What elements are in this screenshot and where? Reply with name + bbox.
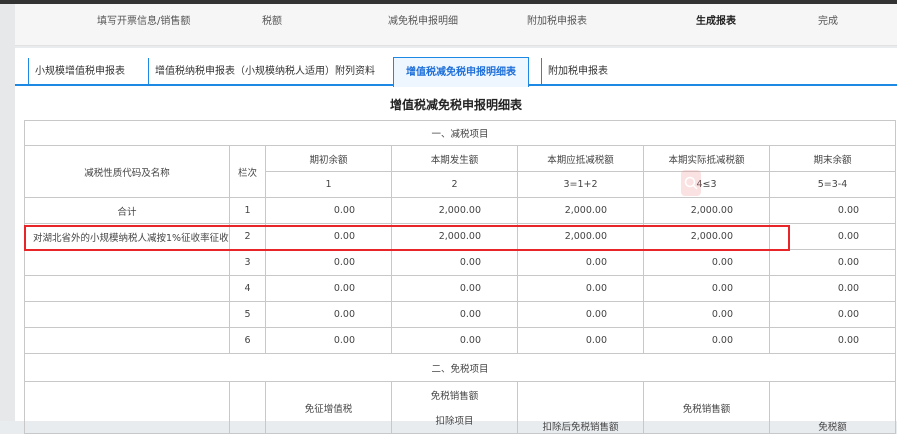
tab-small-scale-vat-return[interactable]: 小规模增值税申报表 <box>28 58 125 86</box>
left-sidebar-strip <box>0 4 15 421</box>
header-exempt-vat: 免征增值税 <box>265 381 392 434</box>
row-value[interactable]: 0.00 <box>768 249 897 276</box>
row-line: 2 <box>229 223 266 250</box>
row-value[interactable]: 2,000.00 <box>517 197 644 224</box>
row-line: 6 <box>229 327 266 354</box>
section-title: 二、免税项目 <box>23 353 897 382</box>
row-value[interactable]: 0.00 <box>265 327 392 354</box>
header-name: 减税性质代码及名称 <box>24 145 230 198</box>
row-value[interactable]: 0.00 <box>265 223 392 250</box>
header-formula: 4≤3 <box>643 171 770 198</box>
row-value[interactable]: 0.00 <box>517 301 644 328</box>
step-surtax[interactable]: 附加税申报表 <box>527 12 587 27</box>
table-row: 6 0.00 0.00 0.00 0.00 0.00 <box>24 327 897 354</box>
header-exempt-amount: 免税额 <box>768 381 897 434</box>
row-value[interactable]: 2,000.00 <box>643 223 770 250</box>
form-title: 增值税减免税申报明细表 <box>389 98 522 112</box>
row-value[interactable]: 2,000.00 <box>643 197 770 224</box>
header-col: 期初余额 <box>265 145 392 172</box>
row-line: 1 <box>229 197 266 224</box>
row-value[interactable]: 0.00 <box>643 327 770 354</box>
table-row: 对湖北省外的小规模纳税人减按1%征收率征收增 2 0.00 2,000.00 2,000… <box>24 223 897 250</box>
step-invoice-info[interactable]: 填写开票信息/销售额 <box>97 12 190 27</box>
row-value[interactable]: 0.00 <box>768 301 897 328</box>
header-exempt-sales-top: 免税销售额 <box>391 381 518 408</box>
row-name: 合计 <box>24 197 230 224</box>
header-line: 栏次 <box>229 145 266 198</box>
tab-label: 增值税纳税申报表（小规模纳税人适用）附列资料 <box>155 66 375 77</box>
tab-label: 附加税申报表 <box>548 66 608 77</box>
row-name[interactable]: 对湖北省外的小规模纳税人减按1%征收率征收增 <box>24 223 230 250</box>
step-reduction-details[interactable]: 减免税申报明细 <box>388 12 458 27</box>
row-value[interactable]: 0.00 <box>265 249 392 276</box>
row-value[interactable]: 2,000.00 <box>517 223 644 250</box>
row-value[interactable]: 0.00 <box>517 249 644 276</box>
header-exempt-sales: 免税销售额 <box>643 381 770 434</box>
header-formula: 3=1+2 <box>517 171 644 198</box>
main-panel: 小规模增值税申报表 增值税纳税申报表（小规模纳税人适用）附列资料 增值税减免税申… <box>15 48 897 434</box>
tab-vat-reduction-details[interactable]: 增值税减免税申报明细表 <box>393 57 529 87</box>
row-value[interactable]: 0.00 <box>643 275 770 302</box>
step-generate-report[interactable]: 生成报表 <box>696 12 736 27</box>
row-name[interactable] <box>24 301 230 328</box>
header-col: 期末余额 <box>768 145 897 172</box>
step-tax-amount[interactable]: 税额 <box>262 12 282 27</box>
row-value[interactable]: 0.00 <box>265 275 392 302</box>
row-value[interactable]: 0.00 <box>768 327 897 354</box>
header-line-2 <box>229 381 266 434</box>
row-name[interactable] <box>24 275 230 302</box>
row-line: 4 <box>229 275 266 302</box>
row-value[interactable]: 0.00 <box>768 197 897 224</box>
tab-label: 增值税减免税申报明细表 <box>406 67 516 78</box>
table-row: 5 0.00 0.00 0.00 0.00 0.00 <box>24 301 897 328</box>
table-row: 合计 1 0.00 2,000.00 2,000.00 2,000.00 0.00 <box>24 197 897 224</box>
row-value[interactable]: 0.00 <box>643 249 770 276</box>
row-value[interactable]: 2,000.00 <box>391 223 518 250</box>
table-row: 4 0.00 0.00 0.00 0.00 0.00 <box>24 275 897 302</box>
reduction-details-table: 一、减税项目 减税性质代码及名称 栏次 期初余额 本期发生额 本期应抵减税额 本… <box>23 120 897 434</box>
header-formula: 5=3-4 <box>768 171 897 198</box>
step-complete[interactable]: 完成 <box>818 12 838 27</box>
step-progress-bar: 填写开票信息/销售额 税额 减免税申报明细 附加税申报表 生成报表 完成 <box>15 4 897 46</box>
report-tabs: 小规模增值税申报表 增值税纳税申报表（小规模纳税人适用）附列资料 增值税减免税申… <box>15 57 897 87</box>
row-value[interactable]: 0.00 <box>391 275 518 302</box>
row-value[interactable]: 2,000.00 <box>391 197 518 224</box>
header-formula: 2 <box>391 171 518 198</box>
row-value[interactable]: 0.00 <box>643 301 770 328</box>
magnifier-icon[interactable] <box>681 170 701 196</box>
row-value[interactable]: 0.00 <box>517 327 644 354</box>
tab-surtax-return[interactable]: 附加税申报表 <box>541 58 608 86</box>
row-value[interactable]: 0.00 <box>265 197 392 224</box>
header-formula: 1 <box>265 171 392 198</box>
section-title: 一、减税项目 <box>23 120 897 146</box>
row-name[interactable] <box>24 327 230 354</box>
table-row: 3 0.00 0.00 0.00 0.00 0.00 <box>24 249 897 276</box>
row-value[interactable]: 0.00 <box>517 275 644 302</box>
row-name[interactable] <box>24 249 230 276</box>
row-line: 5 <box>229 301 266 328</box>
row-value[interactable]: 0.00 <box>391 301 518 328</box>
row-value[interactable]: 0.00 <box>768 275 897 302</box>
row-value[interactable]: 0.00 <box>391 249 518 276</box>
header-col: 本期发生额 <box>391 145 518 172</box>
header-name-2 <box>24 381 230 434</box>
row-value[interactable]: 0.00 <box>391 327 518 354</box>
tab-label: 小规模增值税申报表 <box>35 66 125 77</box>
row-value[interactable]: 0.00 <box>265 301 392 328</box>
header-col: 本期实际抵减税额 <box>643 145 770 172</box>
tab-vat-return-attachment[interactable]: 增值税纳税申报表（小规模纳税人适用）附列资料 <box>148 58 375 86</box>
header-col: 本期应抵减税额 <box>517 145 644 172</box>
row-value[interactable]: 0.00 <box>768 223 897 250</box>
row-line: 3 <box>229 249 266 276</box>
header-net-exempt-sales: 扣除后免税销售额 <box>517 381 644 434</box>
